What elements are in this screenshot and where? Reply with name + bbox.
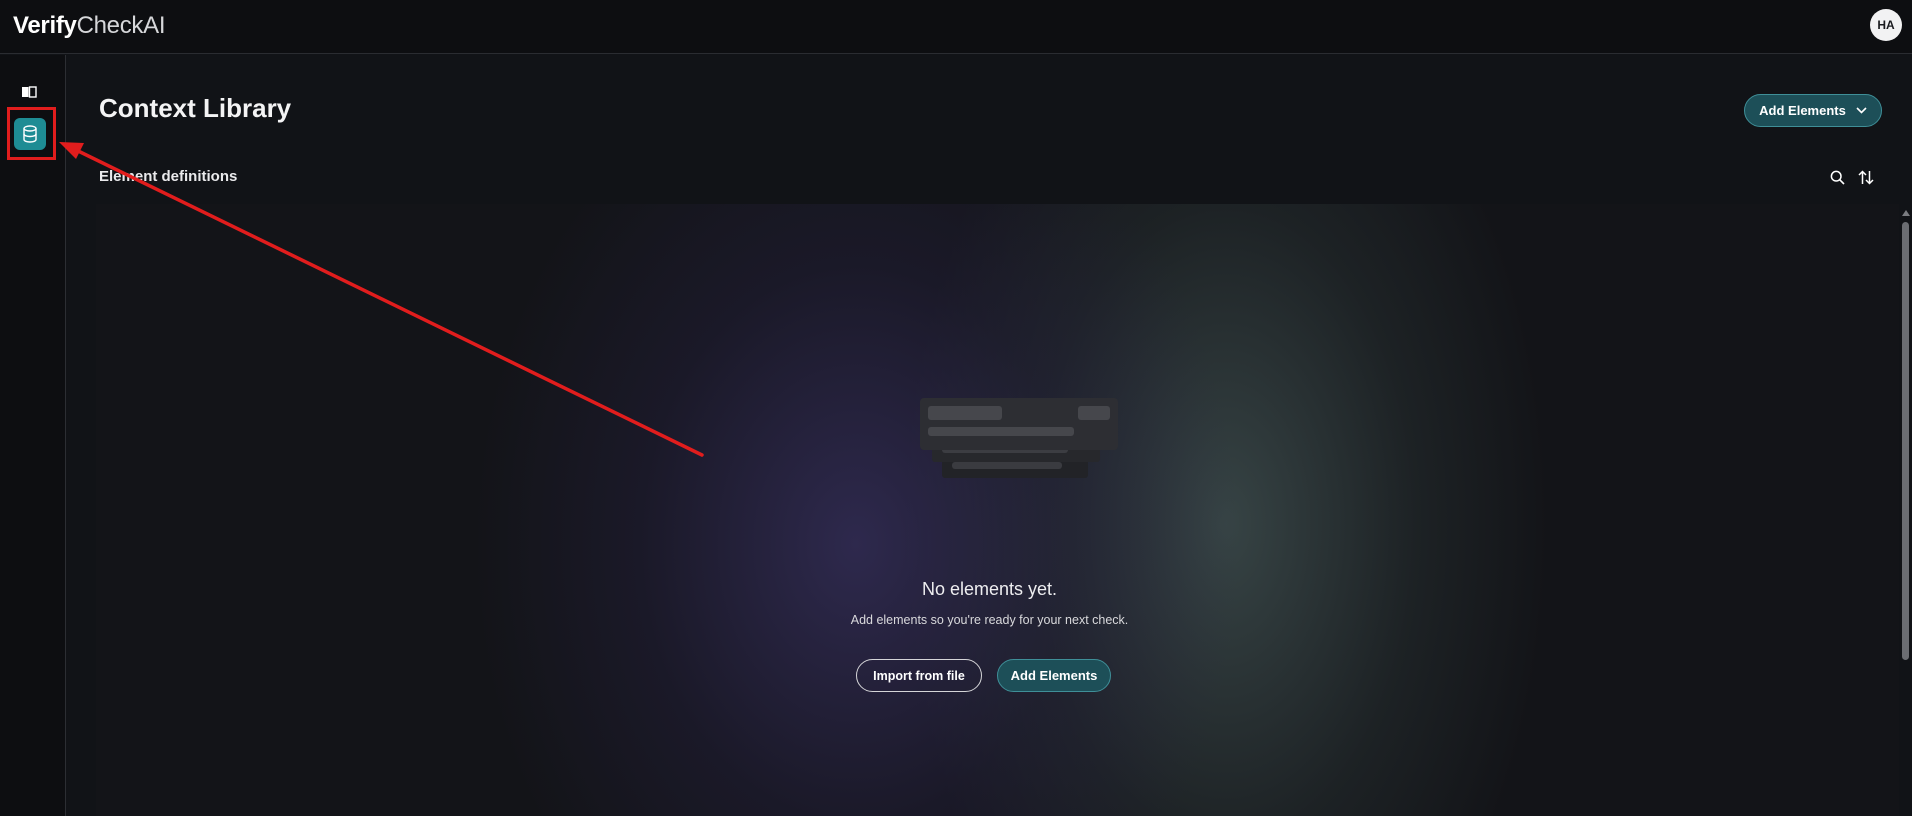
scrollbar[interactable] xyxy=(1899,204,1912,816)
user-avatar[interactable]: HA xyxy=(1870,9,1902,41)
database-icon xyxy=(23,125,37,143)
add-elements-dropdown-button[interactable]: Add Elements xyxy=(1744,94,1882,127)
empty-state-title: No elements yet. xyxy=(921,579,1058,599)
add-elements-button[interactable]: Add Elements xyxy=(997,659,1111,692)
import-from-file-button[interactable]: Import from file xyxy=(856,659,982,692)
add-elements-label: Add Elements xyxy=(1759,103,1846,118)
page-title: Context Library xyxy=(99,93,292,123)
empty-state-subtitle: Add elements so you're ready for your ne… xyxy=(850,613,1129,627)
logo-bold-text: Verify xyxy=(13,12,77,39)
sidebar-item-book[interactable] xyxy=(18,83,40,101)
scroll-up-arrow-icon[interactable] xyxy=(1902,210,1910,216)
section-title: Element definitions xyxy=(99,168,238,185)
search-button[interactable] xyxy=(1828,168,1846,186)
main-content: Context Library Add Elements Element def… xyxy=(67,55,1912,816)
sidebar xyxy=(0,55,66,816)
sidebar-item-database[interactable] xyxy=(14,118,46,150)
search-icon xyxy=(1830,170,1845,185)
app-logo[interactable]: VerifyCheckAI xyxy=(13,12,166,40)
element-list-area xyxy=(96,204,1899,816)
logo-light-text: CheckAI xyxy=(76,12,166,39)
book-icon xyxy=(22,86,37,98)
empty-state-illustration xyxy=(920,398,1118,478)
top-bar: VerifyCheckAI HA xyxy=(0,0,1912,54)
sort-icon xyxy=(1858,169,1874,185)
sort-button[interactable] xyxy=(1857,168,1875,186)
chevron-down-icon xyxy=(1856,107,1867,114)
